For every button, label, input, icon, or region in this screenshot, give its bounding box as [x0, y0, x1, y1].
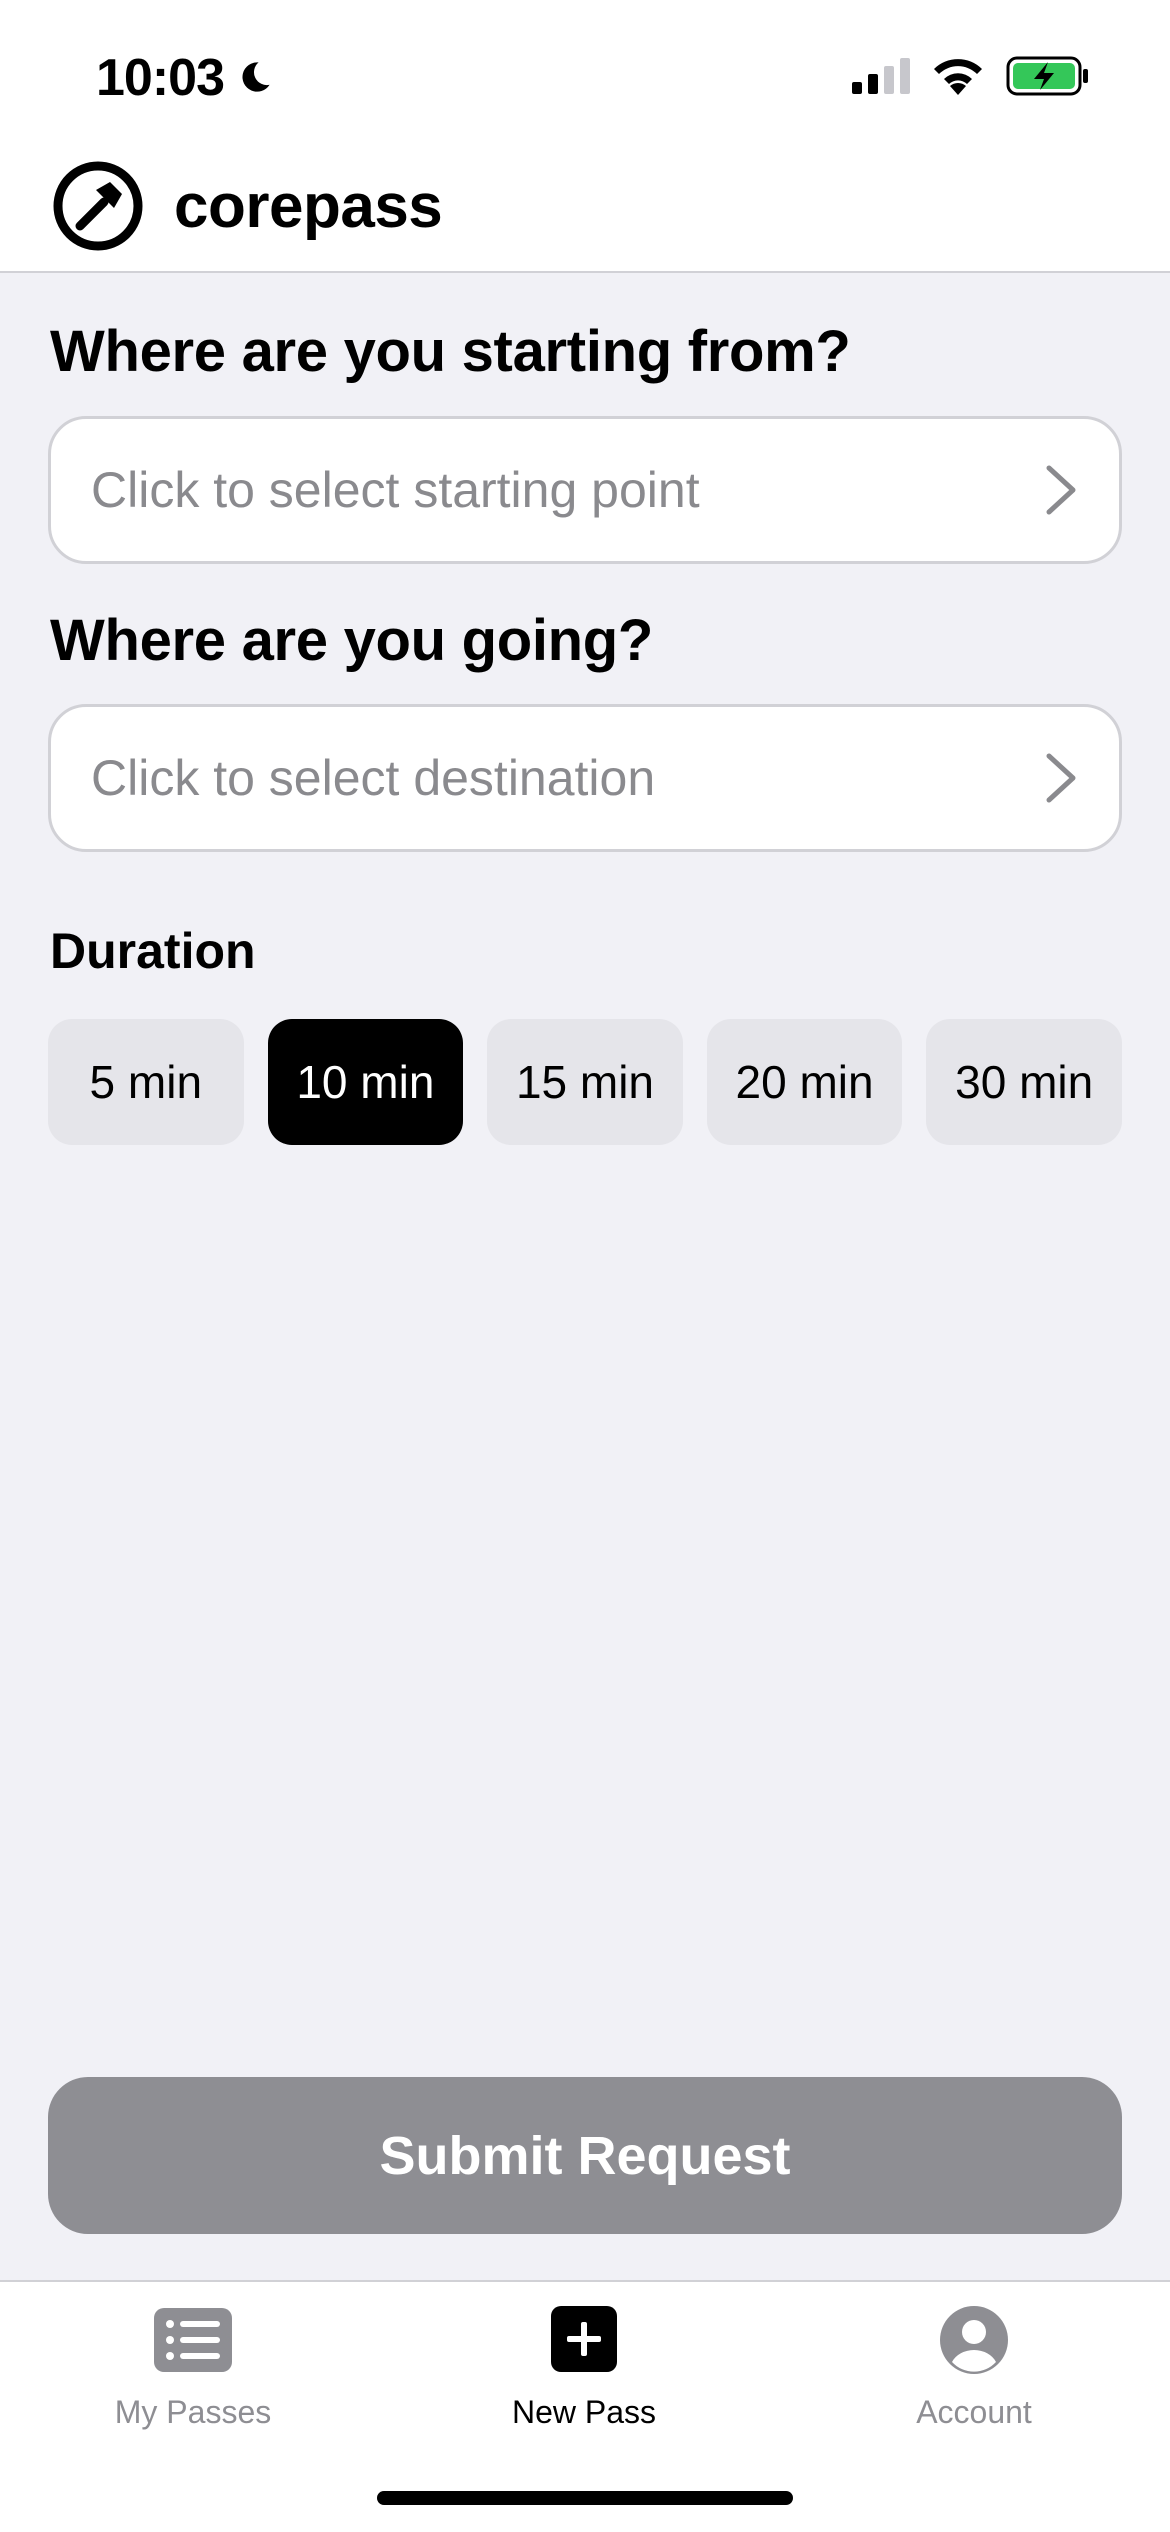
new-pass-screen: 10:03 corepass Where are you starting fr…: [0, 0, 1170, 2532]
duration-option-20[interactable]: 20 min: [706, 1019, 903, 1145]
battery-charging-icon: [1006, 56, 1088, 96]
duration-option-5[interactable]: 5 min: [48, 1019, 244, 1145]
status-time: 10:03: [96, 48, 276, 108]
home-indicator: [377, 2491, 793, 2505]
duration-option-15[interactable]: 15 min: [487, 1019, 683, 1145]
corepass-logo-icon: [53, 161, 143, 251]
app-name: corepass: [174, 171, 443, 241]
signal-icon: [852, 58, 910, 94]
chevron-right-icon: [1046, 753, 1076, 803]
duration-option-10[interactable]: 10 min: [267, 1019, 464, 1145]
chevron-right-icon: [1046, 465, 1076, 515]
tab-my-passes[interactable]: My Passes: [43, 2304, 343, 2431]
duration-option-30[interactable]: 30 min: [926, 1019, 1122, 1145]
status-time-text: 10:03: [96, 49, 225, 107]
destination-placeholder: Click to select destination: [91, 750, 656, 806]
status-icons: [852, 56, 1090, 96]
start-label: Where are you starting from?: [50, 319, 851, 384]
tab-label-my-passes: My Passes: [114, 2394, 272, 2430]
duration-options: 5 min 10 min 15 min 20 min 30 min: [48, 1019, 1122, 1145]
submit-request-button[interactable]: Submit Request: [48, 2077, 1122, 2234]
tab-label-new-pass: New Pass: [511, 2394, 657, 2430]
duration-label: Duration: [50, 923, 256, 979]
person-circle-icon: [940, 2306, 1008, 2374]
start-placeholder: Click to select starting point: [91, 462, 700, 518]
wifi-icon: [934, 59, 982, 95]
moon-icon: [242, 62, 270, 92]
start-point-selector[interactable]: Click to select starting point: [48, 416, 1122, 564]
brand: corepass: [52, 160, 443, 252]
top-bar: 10:03 corepass: [0, 0, 1170, 273]
tab-label-account: Account: [916, 2394, 1032, 2430]
tab-new-pass[interactable]: New Pass: [434, 2304, 734, 2431]
list-icon: [154, 2308, 232, 2372]
plus-square-icon: [551, 2306, 617, 2372]
destination-label: Where are you going?: [50, 608, 654, 673]
destination-selector[interactable]: Click to select destination: [48, 704, 1122, 852]
tab-account[interactable]: Account: [824, 2304, 1124, 2431]
